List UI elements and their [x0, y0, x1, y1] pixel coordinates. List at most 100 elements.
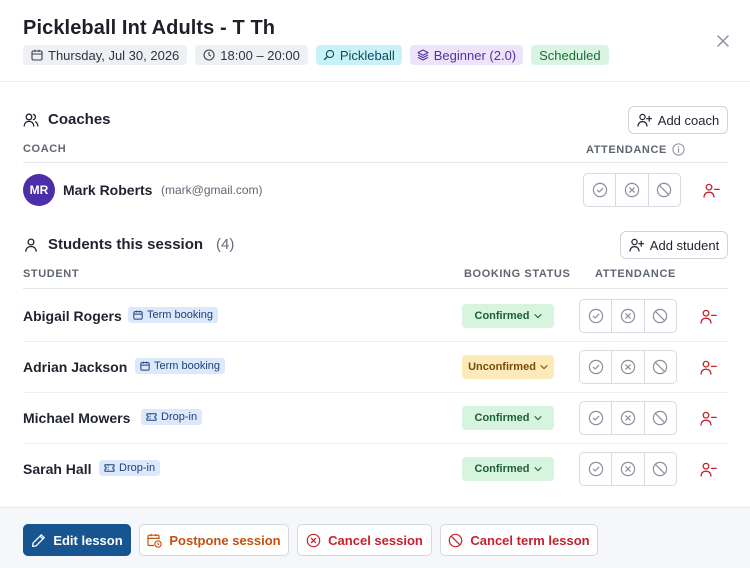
mark-absent-button[interactable]	[612, 300, 645, 332]
add-student-label: Add student	[649, 237, 720, 253]
student-attendance-group	[579, 350, 677, 384]
mark-excused-button[interactable]	[645, 300, 676, 332]
remove-coach-button[interactable]	[701, 180, 721, 200]
remove-student-button[interactable]	[698, 459, 718, 479]
booking-type-label: Drop-in	[161, 411, 198, 423]
edit-lesson-label: Edit lesson	[53, 532, 123, 548]
student-name: Sarah Hall	[23, 461, 92, 477]
cancel-term-lesson-label: Cancel term lesson	[470, 532, 590, 548]
booking-status-label: Confirmed	[474, 310, 530, 322]
user-minus-icon	[699, 309, 717, 324]
check-circle-icon	[588, 308, 603, 324]
mark-present-button[interactable]	[580, 402, 613, 434]
mark-present-button[interactable]	[584, 174, 617, 206]
user-minus-icon	[699, 462, 717, 477]
coach-email: (mark@gmail.com)	[161, 183, 263, 197]
mark-excused-button[interactable]	[645, 402, 676, 434]
remove-student-button[interactable]	[698, 408, 718, 428]
booking-type-label: Drop-in	[119, 462, 156, 474]
booking-status-column-header: BOOKING STATUS	[464, 268, 571, 280]
level-text: Beginner (2.0)	[433, 47, 517, 63]
booking-status-dropdown[interactable]: Confirmed	[462, 457, 554, 481]
x-circle-icon	[620, 461, 636, 477]
booking-type-tag: Term booking	[128, 307, 219, 323]
cancel-session-button[interactable]: Cancel session	[297, 524, 432, 556]
coach-attendance-label: ATTENDANCE	[586, 143, 667, 156]
mark-present-button[interactable]	[580, 453, 613, 485]
user-minus-icon	[702, 183, 720, 198]
mark-absent-button[interactable]	[616, 174, 649, 206]
student-attendance-header: ATTENDANCE	[595, 268, 676, 280]
booking-type-tag: Drop-in	[141, 409, 203, 425]
chevron-down-icon	[533, 416, 542, 421]
booking-status-dropdown[interactable]: Unconfirmed	[462, 355, 554, 379]
mark-present-button[interactable]	[580, 351, 613, 383]
user-plus-icon	[629, 238, 644, 252]
check-circle-icon	[592, 182, 607, 198]
check-circle-icon	[588, 410, 603, 426]
chevron-down-icon	[533, 467, 542, 472]
info-icon[interactable]	[672, 143, 685, 156]
coach-attendance-header: ATTENDANCE	[586, 143, 685, 156]
ban-icon	[653, 410, 668, 426]
students-title: Students this session	[48, 236, 204, 253]
student-attendance-group	[579, 401, 677, 435]
booking-type-tag: Drop-in	[99, 460, 161, 476]
remove-student-button[interactable]	[698, 357, 718, 377]
mark-excused-button[interactable]	[645, 351, 676, 383]
row-divider	[23, 392, 728, 393]
cancel-term-lesson-button[interactable]: Cancel term lesson	[440, 524, 598, 556]
add-student-button[interactable]: Add student	[620, 231, 728, 259]
users-icon	[23, 113, 39, 127]
row-divider	[23, 341, 728, 342]
booking-type-tag: Term booking	[135, 358, 226, 374]
chevron-down-icon	[540, 365, 548, 370]
calendar-icon	[133, 310, 143, 320]
calendar-icon	[31, 49, 43, 61]
user-minus-icon	[699, 411, 717, 426]
mark-absent-button[interactable]	[612, 351, 645, 383]
check-circle-icon	[588, 359, 603, 375]
booking-status-label: Unconfirmed	[468, 361, 536, 373]
remove-student-button[interactable]	[698, 306, 718, 326]
mark-excused-button[interactable]	[645, 453, 676, 485]
x-circle-icon	[620, 359, 636, 375]
mark-excused-button[interactable]	[649, 174, 680, 206]
students-count: (4)	[216, 236, 235, 253]
chevron-down-icon	[533, 314, 542, 319]
clock-icon	[203, 49, 215, 61]
booking-status-label: Confirmed	[474, 412, 530, 424]
time-text: 18:00 – 20:00	[220, 47, 300, 63]
mark-absent-button[interactable]	[612, 402, 645, 434]
students-heading: Students this session (4)	[23, 236, 234, 253]
time-chip: 18:00 – 20:00	[195, 45, 308, 65]
paddle-icon	[323, 49, 334, 61]
user-plus-icon	[637, 113, 652, 127]
calendar-icon	[140, 361, 150, 371]
booking-status-dropdown[interactable]: Confirmed	[462, 304, 554, 328]
calendar-clock-icon	[147, 533, 163, 548]
sport-text: Pickleball	[339, 47, 395, 63]
edit-lesson-button[interactable]: Edit lesson	[23, 524, 131, 556]
students-divider	[23, 288, 728, 289]
ticket-icon	[104, 464, 115, 472]
mark-present-button[interactable]	[580, 300, 613, 332]
x-circle-icon	[306, 533, 321, 547]
student-name: Michael Mowers	[23, 410, 131, 426]
student-column-header: STUDENT	[23, 268, 80, 280]
check-circle-icon	[588, 461, 603, 477]
status-text: Scheduled	[539, 47, 601, 63]
postpone-session-button[interactable]: Postpone session	[139, 524, 289, 556]
row-divider	[23, 443, 728, 444]
add-coach-button[interactable]: Add coach	[628, 106, 728, 134]
mark-absent-button[interactable]	[612, 453, 645, 485]
student-name: Adrian Jackson	[23, 359, 128, 375]
booking-type-label: Term booking	[147, 309, 214, 321]
ban-icon	[449, 533, 463, 547]
close-button[interactable]	[712, 30, 734, 52]
ban-icon	[653, 359, 668, 375]
sport-chip: Pickleball	[315, 45, 402, 65]
pencil-icon	[32, 533, 46, 547]
avatar: MR	[23, 174, 55, 206]
booking-status-dropdown[interactable]: Confirmed	[462, 406, 554, 430]
